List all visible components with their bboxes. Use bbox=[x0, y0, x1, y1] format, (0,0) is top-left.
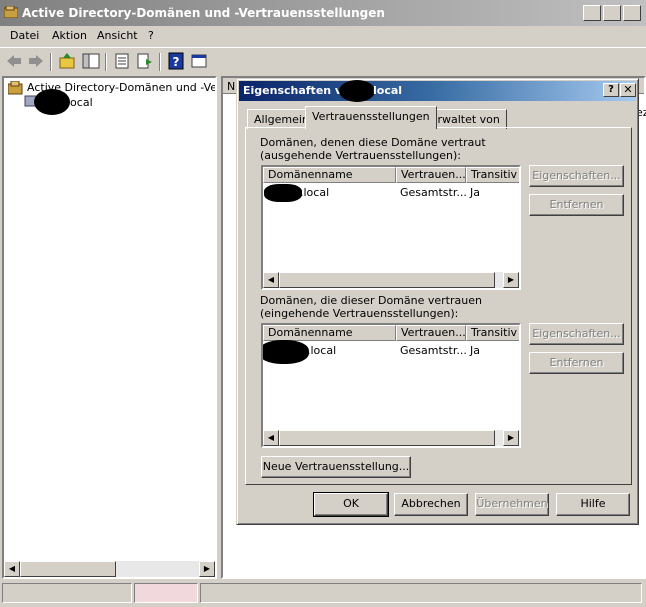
window-title: Active Directory-Domänen und -Vertrauens… bbox=[22, 6, 385, 20]
scroll-right-arrow-icon[interactable]: ▶ bbox=[503, 430, 519, 446]
tree-domain-item[interactable]: local bbox=[67, 96, 93, 109]
status-segment bbox=[2, 583, 132, 603]
menu-datei[interactable]: Datei bbox=[10, 29, 39, 42]
up-folder-icon[interactable] bbox=[58, 52, 76, 70]
help-icon[interactable]: ? bbox=[167, 52, 185, 70]
tab-panel: Domänen, denen diese Domäne vertraut (au… bbox=[245, 127, 632, 485]
properties-icon[interactable] bbox=[113, 52, 131, 70]
row-transitive: Ja bbox=[470, 186, 480, 199]
scroll-left-arrow-icon[interactable]: ◀ bbox=[263, 430, 279, 446]
tree-pane: Active Directory-Domänen und -Vertrauens… bbox=[2, 76, 217, 579]
row-trust-type: Gesamtstr... bbox=[400, 344, 467, 357]
outgoing-remove-button[interactable]: Entfernen bbox=[529, 194, 624, 216]
row-trust-type: Gesamtstr... bbox=[400, 186, 467, 199]
close-button[interactable] bbox=[623, 5, 641, 21]
main-title-bar: Active Directory-Domänen und -Vertrauens… bbox=[0, 0, 646, 26]
menu-help[interactable]: ? bbox=[148, 29, 154, 42]
column-header-domain[interactable]: Domänenname bbox=[263, 167, 396, 183]
row-domain-name: .local bbox=[300, 186, 330, 199]
status-segment bbox=[134, 583, 198, 603]
view-icon[interactable] bbox=[190, 52, 208, 70]
redaction-mark bbox=[339, 80, 375, 102]
dialog-help-button[interactable]: ? bbox=[603, 83, 619, 97]
menu-ansicht[interactable]: Ansicht bbox=[97, 29, 138, 42]
incoming-horizontal-scrollbar[interactable]: ◀ ▶ bbox=[263, 430, 519, 446]
outgoing-horizontal-scrollbar[interactable]: ◀ ▶ bbox=[263, 272, 519, 288]
outgoing-trusts-list[interactable]: Domänenname Vertrauen... Transitiv .loca… bbox=[261, 165, 521, 290]
export-list-icon[interactable] bbox=[136, 52, 154, 70]
incoming-trusts-label: Domänen, die dieser Domäne vertrauen (ei… bbox=[260, 294, 482, 320]
tree-horizontal-scrollbar[interactable]: ◀ ▶ bbox=[4, 561, 215, 577]
help-button[interactable]: Hilfe bbox=[556, 493, 630, 516]
table-row[interactable]: .local Gesamtstr... Ja bbox=[263, 184, 519, 202]
column-header-trust-type[interactable]: Vertrauen... bbox=[396, 325, 466, 341]
toolbar-separator bbox=[105, 53, 107, 71]
dialog-close-icon[interactable]: ✕ bbox=[620, 83, 636, 97]
tab-vertrauensstellungen[interactable]: Vertrauensstellungen bbox=[305, 106, 437, 129]
back-arrow-icon[interactable] bbox=[5, 52, 23, 70]
toolbar-separator bbox=[159, 53, 161, 71]
incoming-properties-button[interactable]: Eigenschaften... bbox=[529, 323, 624, 345]
column-header-trust-type[interactable]: Vertrauen... bbox=[396, 167, 466, 183]
outgoing-properties-button[interactable]: Eigenschaften... bbox=[529, 165, 624, 187]
redaction-mark bbox=[263, 340, 309, 364]
outgoing-trusts-label: Domänen, denen diese Domäne vertraut (au… bbox=[260, 136, 486, 162]
ad-domains-icon bbox=[4, 6, 18, 18]
redaction-mark bbox=[264, 184, 302, 202]
redaction-mark bbox=[34, 89, 70, 115]
apply-button[interactable]: Übernehmen bbox=[475, 493, 549, 516]
column-header-transitive[interactable]: Transitiv bbox=[466, 167, 519, 183]
scroll-thumb[interactable] bbox=[279, 430, 495, 446]
properties-dialog: Eigenschaften vo local ? ✕ Allgemein Ver… bbox=[236, 78, 639, 525]
scroll-right-arrow-icon[interactable]: ▶ bbox=[503, 272, 519, 288]
scroll-thumb[interactable] bbox=[279, 272, 495, 288]
new-trust-button[interactable]: Neue Vertrauensstellung... bbox=[261, 456, 411, 478]
incoming-trusts-list[interactable]: Domänenname Vertrauen... Transitiv .loca… bbox=[261, 323, 521, 448]
column-header-domain[interactable]: Domänenname bbox=[263, 325, 396, 341]
ok-button[interactable]: OK bbox=[313, 492, 389, 517]
status-segment bbox=[200, 583, 642, 603]
scroll-left-arrow-icon[interactable]: ◀ bbox=[263, 272, 279, 288]
status-bar bbox=[0, 580, 646, 607]
list-header-name[interactable]: N bbox=[227, 80, 235, 93]
minimize-button[interactable] bbox=[583, 5, 601, 21]
scroll-right-arrow-icon[interactable]: ▶ bbox=[199, 561, 215, 577]
cancel-button[interactable]: Abbrechen bbox=[394, 493, 468, 516]
ad-domains-tree-icon bbox=[8, 81, 23, 95]
maximize-button[interactable] bbox=[603, 5, 621, 21]
dialog-title-suffix: local bbox=[373, 84, 403, 97]
column-header-transitive[interactable]: Transitiv bbox=[466, 325, 519, 341]
row-domain-name: .local bbox=[307, 344, 337, 357]
menu-aktion[interactable]: Aktion bbox=[52, 29, 87, 42]
table-row[interactable]: .local Gesamtstr... Ja bbox=[263, 340, 519, 364]
menu-bar: Datei Aktion Ansicht ? bbox=[0, 26, 646, 46]
row-transitive: Ja bbox=[470, 344, 480, 357]
dialog-title-bar: Eigenschaften vo local ? ✕ bbox=[239, 80, 636, 102]
svg-text:?: ? bbox=[173, 55, 180, 69]
scroll-left-arrow-icon[interactable]: ◀ bbox=[4, 561, 20, 577]
toolbar-separator bbox=[50, 53, 52, 71]
show-hide-tree-icon[interactable] bbox=[82, 52, 100, 70]
forward-arrow-icon[interactable] bbox=[27, 52, 45, 70]
toolbar: ? bbox=[0, 47, 646, 73]
scroll-thumb[interactable] bbox=[20, 561, 116, 577]
dialog-title-prefix: Eigenschaften vo bbox=[243, 84, 350, 97]
incoming-remove-button[interactable]: Entfernen bbox=[529, 352, 624, 374]
